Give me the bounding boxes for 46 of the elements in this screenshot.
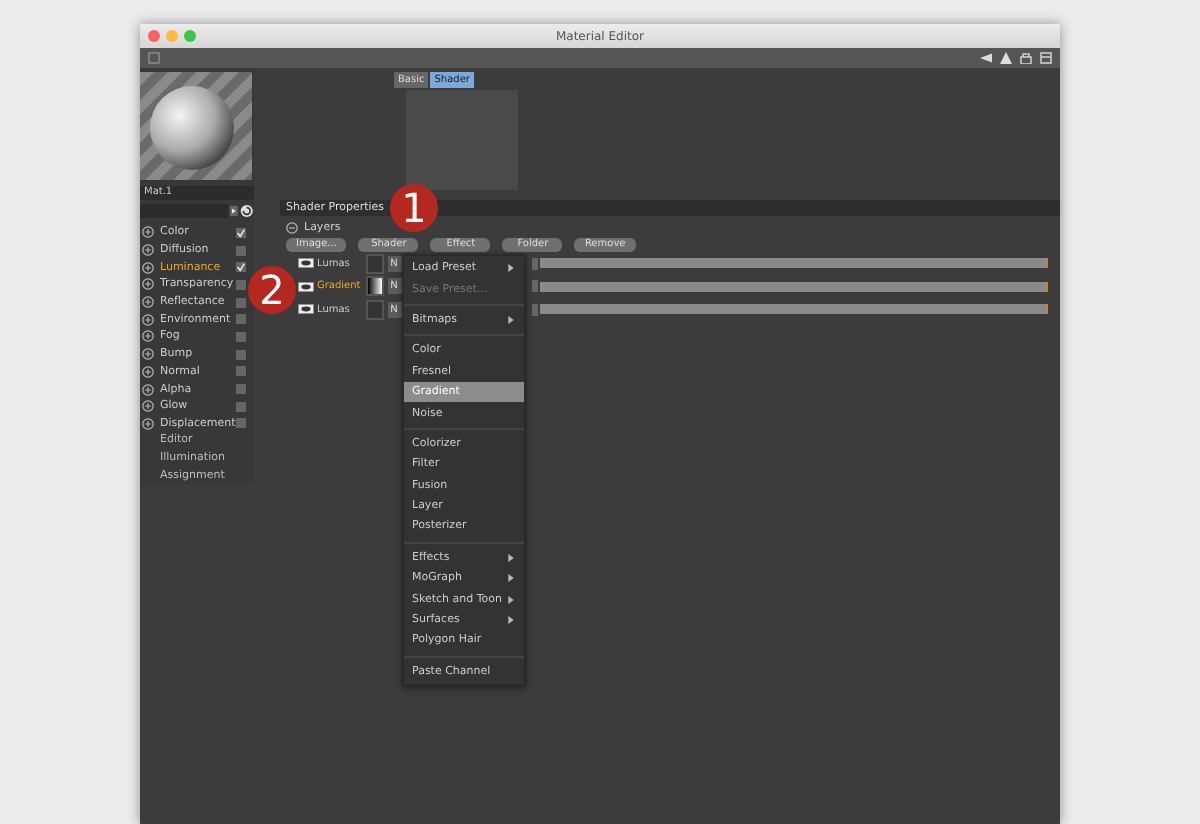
callout-badge: 1 <box>390 184 438 232</box>
checkbox[interactable] <box>236 262 246 273</box>
expand-icon[interactable] <box>142 261 154 274</box>
checkbox[interactable] <box>236 349 246 360</box>
checkbox[interactable] <box>236 401 246 412</box>
eye-icon[interactable] <box>298 258 314 269</box>
expand-icon[interactable] <box>142 313 154 326</box>
submenu-arrow-icon <box>508 553 514 562</box>
expand-icon[interactable] <box>142 365 154 378</box>
expand-icon[interactable] <box>142 383 154 396</box>
checkbox[interactable] <box>236 331 246 342</box>
submenu-arrow-icon <box>508 595 514 604</box>
sphere-drawing <box>140 72 252 180</box>
submenu-arrow-icon <box>508 616 514 625</box>
eye-icon[interactable] <box>298 304 314 315</box>
checkbox[interactable] <box>236 227 246 238</box>
submenu-arrow-icon <box>508 264 514 273</box>
collapse-icon[interactable] <box>286 222 298 234</box>
submenu-arrow-icon <box>508 574 514 583</box>
callout-badge: 2 <box>248 266 296 314</box>
arrow-icon[interactable] <box>230 204 239 218</box>
expand-icon[interactable] <box>142 400 154 413</box>
expand-icon[interactable] <box>142 417 154 430</box>
shader-preview <box>406 90 518 190</box>
up-arrow-icon[interactable] <box>1000 52 1012 64</box>
submenu-arrow-icon <box>508 315 514 324</box>
expand-icon[interactable] <box>142 330 154 343</box>
refresh-icon[interactable] <box>240 204 254 218</box>
window-icon[interactable] <box>1040 52 1052 64</box>
checkbox[interactable] <box>236 279 246 290</box>
checkbox[interactable] <box>236 314 246 325</box>
expand-icon[interactable] <box>142 296 154 309</box>
left-arrow-icon[interactable] <box>980 52 992 64</box>
lock-icon[interactable] <box>1020 52 1032 64</box>
checkbox[interactable] <box>236 297 246 308</box>
close-icon[interactable] <box>148 30 160 42</box>
checkbox[interactable] <box>236 366 246 377</box>
expand-icon[interactable] <box>142 348 154 361</box>
input-field[interactable] <box>140 204 229 218</box>
expand-icon[interactable] <box>142 244 154 257</box>
eye-icon[interactable] <box>298 281 314 292</box>
expand-icon[interactable] <box>142 226 154 239</box>
expand-icon[interactable] <box>142 278 154 291</box>
checkbox[interactable] <box>236 418 246 429</box>
checkbox[interactable] <box>236 384 246 395</box>
checkbox[interactable] <box>236 245 246 256</box>
